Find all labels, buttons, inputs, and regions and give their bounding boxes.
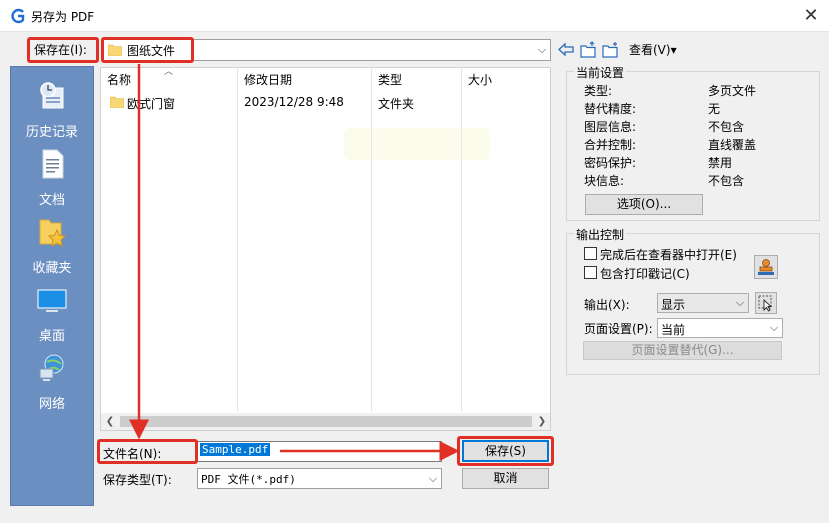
file-list[interactable] (100, 67, 551, 431)
up-folder-icon[interactable] (580, 41, 598, 58)
annotation-highlight (97, 439, 198, 464)
new-folder-icon[interactable] (602, 41, 620, 58)
column-separator (461, 67, 462, 412)
place-favorites[interactable]: 收藏夹 (12, 208, 92, 276)
annotation-highlight (101, 37, 194, 63)
column-separator (371, 67, 372, 412)
filename-value[interactable]: Sample.pdf (200, 443, 271, 456)
stamp-settings-button[interactable] (754, 255, 778, 279)
chevron-down-icon[interactable]: ⌵ (733, 294, 747, 312)
file-row-type: 文件夹 (378, 97, 415, 111)
app-logo-icon (11, 8, 25, 24)
chevron-down-icon[interactable]: ⌵ (534, 40, 550, 60)
output-value: 显示 (661, 298, 686, 312)
chevron-down-icon[interactable]: ⌵ (426, 469, 440, 488)
include-stamp-checkbox[interactable] (584, 266, 597, 279)
place-network[interactable]: 网络 (12, 344, 92, 412)
annotation-highlight (457, 436, 554, 466)
network-icon (39, 354, 64, 381)
output-label: 输出(X): (584, 298, 630, 312)
place-label: 网络 (38, 397, 65, 412)
place-label: 文档 (38, 193, 65, 208)
page-setup-label: 页面设置(P): (584, 322, 653, 336)
column-header-type[interactable]: 类型 (378, 71, 402, 89)
setting-value: 不包含 (708, 174, 745, 188)
back-arrow-icon[interactable] (557, 41, 575, 58)
sort-caret-icon: ︿ (164, 67, 174, 77)
scroll-left-icon[interactable]: ❮ (103, 413, 117, 430)
setting-value: 禁用 (708, 156, 733, 170)
place-label: 历史记录 (25, 125, 78, 140)
output-control-title: 输出控制 (574, 226, 627, 243)
pick-cursor-icon (758, 295, 773, 312)
setting-key: 图层信息: (584, 120, 637, 134)
column-separator (237, 67, 238, 412)
setting-value: 无 (708, 102, 721, 116)
cancel-button[interactable]: 取消 (462, 468, 549, 489)
open-in-viewer-label[interactable]: 完成后在查看器中打开(E) (600, 246, 737, 263)
setting-key: 类型: (584, 84, 613, 98)
current-settings-title: 当前设置 (574, 64, 627, 81)
watermark (344, 128, 490, 160)
desktop-icon (37, 289, 67, 312)
setting-key: 替代精度: (584, 102, 637, 116)
place-documents[interactable]: 文档 (12, 140, 92, 208)
page-setup-value: 当前 (661, 323, 686, 337)
setting-value: 多页文件 (708, 84, 757, 98)
filetype-label: 保存类型(T): (103, 473, 172, 487)
place-history[interactable]: 历史记录 (12, 72, 92, 140)
scrollbar-thumb[interactable] (120, 416, 532, 427)
title-bar (0, 0, 829, 32)
history-icon (40, 82, 64, 109)
filetype-value: PDF 文件(*.pdf) (201, 473, 296, 486)
favorites-icon (39, 219, 67, 247)
chevron-down-icon[interactable]: ⌵ (767, 319, 781, 337)
view-menu[interactable]: 查看(V)▾ (629, 41, 677, 58)
include-stamp-label[interactable]: 包含打印戳记(C) (600, 265, 690, 282)
column-header-size[interactable]: 大小 (468, 71, 492, 89)
folder-icon (110, 96, 124, 108)
place-desktop[interactable]: 桌面 (12, 276, 92, 344)
options-button[interactable]: 选项(O)... (585, 194, 703, 215)
document-icon (42, 149, 64, 179)
scroll-right-icon[interactable]: ❯ (535, 413, 549, 430)
column-header-modified[interactable]: 修改日期 (244, 71, 292, 89)
page-setup-override-button[interactable]: 页面设置替代(G)... (583, 341, 782, 360)
open-in-viewer-checkbox[interactable] (584, 247, 597, 260)
file-row-name[interactable]: 欧式门窗 (127, 95, 175, 112)
close-button[interactable]: ✕ (798, 4, 824, 28)
window-title: 另存为 PDF (31, 10, 95, 24)
column-header-name[interactable]: 名称 (107, 71, 131, 89)
setting-key: 块信息: (584, 174, 625, 188)
pick-area-button[interactable] (755, 292, 777, 314)
stamp-icon (758, 259, 774, 275)
setting-value: 不包含 (708, 120, 745, 134)
annotation-highlight (27, 37, 99, 63)
place-label: 桌面 (38, 329, 65, 344)
setting-key: 合并控制: (584, 138, 637, 152)
place-label: 收藏夹 (32, 261, 72, 276)
setting-key: 密码保护: (584, 156, 637, 170)
setting-value: 直线覆盖 (708, 138, 757, 152)
file-row-modified: 2023/12/28 9:48 (244, 95, 344, 109)
